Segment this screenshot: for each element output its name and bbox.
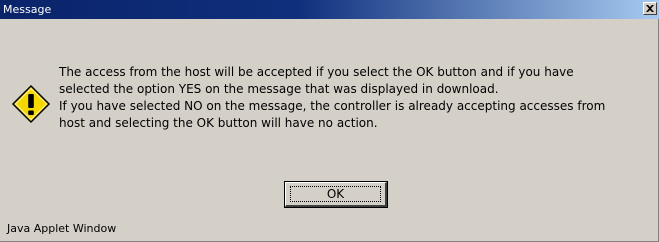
window-title: Message [3,3,52,16]
title-bar[interactable]: Message [0,0,659,19]
ok-button[interactable]: OK [284,181,388,208]
close-icon [646,5,654,12]
message-line: The access from the host will be accepte… [59,65,574,79]
message-text: The access from the host will be accepte… [59,64,655,132]
message-dialog: Message The access from the host will be… [0,0,659,242]
applet-window-label: Java Applet Window [7,222,117,235]
message-line: selected the option YES on the message t… [59,82,499,96]
message-line: host and selecting the OK button will ha… [59,116,378,130]
warning-icon [11,84,51,124]
ok-button-label: OK [290,186,381,202]
message-line: If you have selected NO on the message, … [59,99,606,113]
close-button[interactable] [643,2,657,15]
